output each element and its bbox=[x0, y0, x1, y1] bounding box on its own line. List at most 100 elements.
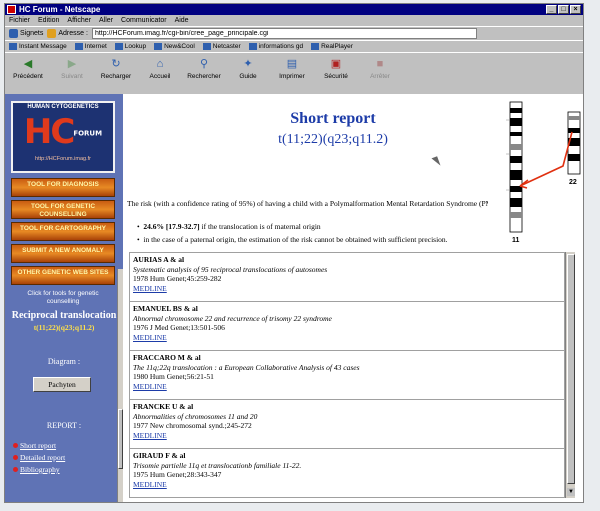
click-tools-text: Click for tools for genetic counselling bbox=[27, 290, 99, 305]
translocation-heading: Reciprocal translocation t(11;22)(q23;q1… bbox=[9, 310, 119, 334]
report-label: REPORT : bbox=[46, 421, 82, 430]
forward-arrow-icon: ▶ bbox=[67, 58, 77, 70]
link-realplayer[interactable]: RealPlayer bbox=[311, 43, 353, 50]
link-newcool[interactable]: New&Cool bbox=[154, 43, 195, 50]
link-internet[interactable]: Internet bbox=[74, 43, 107, 50]
risk-paternal: • in the case of a paternal origin, the … bbox=[137, 235, 448, 244]
navigation-toolbar: ◀ Précédent ▶ Suivant ↻ Recharger ⌂ Accueil … bbox=[5, 52, 583, 82]
link-icon bbox=[248, 43, 257, 50]
menu-edition[interactable]: Edition bbox=[38, 15, 59, 26]
detailed-report-link[interactable]: Detailed report bbox=[13, 453, 65, 462]
menu-aller[interactable]: Aller bbox=[99, 15, 113, 26]
stop-icon: ■ bbox=[376, 58, 384, 70]
risk-maternal: • 24.6% [17.9-32.7] if the translocation… bbox=[137, 222, 321, 231]
reference-authors: EMANUEL BS & al bbox=[133, 304, 198, 313]
sidebar-scrollbar[interactable] bbox=[117, 269, 123, 502]
reference-citation: 1978 Hum Genet;45:259-282 bbox=[133, 274, 222, 283]
sidebar-scroll-thumb[interactable] bbox=[118, 409, 123, 469]
search-icon: ⚲ bbox=[199, 58, 209, 70]
tool-genetic-counselling-button[interactable]: TOOL FOR GENETIC COUNSELLING bbox=[11, 200, 115, 219]
other-sites-button[interactable]: OTHER GENETIC WEB SITES bbox=[11, 266, 115, 285]
diagram-label: Diagram : bbox=[47, 357, 81, 366]
risk-value: 24.6% [17.9-32.7] bbox=[143, 222, 200, 231]
netscape-icon bbox=[7, 5, 16, 14]
window-title: HC Forum - Netscape bbox=[19, 5, 101, 14]
close-button[interactable]: × bbox=[570, 5, 581, 14]
reference-citation: 1975 Hum Genet;28:343-347 bbox=[133, 470, 222, 479]
reference-item: AURIAS A & al Systematic analysis of 95 … bbox=[130, 253, 564, 302]
translocation-subtitle: t(11;22)(q23;q11.2) bbox=[278, 132, 388, 147]
medline-link[interactable]: MEDLINE bbox=[133, 382, 561, 392]
medline-link[interactable]: MEDLINE bbox=[133, 333, 561, 343]
bookmarks-button[interactable]: Signets bbox=[9, 29, 43, 38]
stop-button[interactable]: ■ Arrêter bbox=[365, 57, 395, 80]
reload-icon: ↻ bbox=[111, 58, 121, 70]
reference-item: GIRAUD F & al Trisomie partielle 11q et … bbox=[130, 449, 564, 497]
location-bar: Signets Adresse : bbox=[5, 26, 583, 40]
home-button[interactable]: ⌂ Accueil bbox=[145, 57, 175, 80]
link-instant-message[interactable]: Instant Message bbox=[9, 43, 67, 50]
menu-communicator[interactable]: Communicator bbox=[121, 15, 167, 26]
link-netcaster[interactable]: Netcaster bbox=[202, 43, 241, 50]
references-scrollbar[interactable]: ▼ bbox=[565, 252, 575, 498]
reference-item: FRACCARO M & al The 11q;22q translocatio… bbox=[130, 351, 564, 400]
address-input[interactable] bbox=[91, 28, 477, 39]
reference-citation: 1980 Hum Genet;56:21-51 bbox=[133, 372, 214, 381]
reference-title: Abnormal chromosome 22 and recurrence of… bbox=[133, 313, 332, 323]
search-button[interactable]: ⚲ Rechercher bbox=[187, 57, 221, 80]
reference-citation: 1976 J Med Genet;13:501-506 bbox=[133, 323, 225, 332]
reference-title: Abnormalities of chromosomes 11 and 20 bbox=[133, 411, 258, 421]
submit-anomaly-button[interactable]: SUBMIT A NEW ANOMALY bbox=[11, 244, 115, 263]
tool-diagnosis-button[interactable]: TOOL FOR DIAGNOSIS bbox=[11, 178, 115, 197]
reference-title: Systematic analysis of 95 reciprocal tra… bbox=[133, 264, 328, 274]
back-button[interactable]: ◀ Précédent bbox=[13, 57, 43, 80]
reference-authors: FRANCKE U & al bbox=[133, 402, 194, 411]
bullet-icon bbox=[13, 467, 18, 472]
menu-afficher[interactable]: Afficher bbox=[67, 15, 91, 26]
browser-window: HC Forum - Netscape _ □ × Fichier Editio… bbox=[4, 3, 584, 503]
personal-toolbar: Instant Message Internet Lookup New&Cool… bbox=[5, 40, 583, 52]
reload-button[interactable]: ↻ Recharger bbox=[101, 57, 131, 80]
medline-link[interactable]: MEDLINE bbox=[133, 284, 561, 294]
bibliography-link[interactable]: Bibliography bbox=[13, 465, 60, 474]
reference-citation: 1977 New chromosomal synd.;245-272 bbox=[133, 421, 252, 430]
guide-button[interactable]: ✦ Guide bbox=[233, 57, 263, 80]
references-scroll-thumb[interactable] bbox=[567, 254, 575, 484]
tool-cartography-button[interactable]: TOOL FOR CARTOGRAPHY bbox=[11, 222, 115, 241]
chromosome-svg: 11 22 bbox=[506, 101, 581, 244]
translocation-code: t(11;22)(q23;q11.2) bbox=[33, 323, 95, 332]
bullet-icon bbox=[13, 443, 18, 448]
print-button[interactable]: ▤ Imprimer bbox=[277, 57, 307, 80]
bullet-icon bbox=[13, 455, 18, 460]
link-informations[interactable]: informations gd bbox=[248, 43, 303, 50]
medline-link[interactable]: MEDLINE bbox=[133, 431, 561, 441]
forward-button[interactable]: ▶ Suivant bbox=[57, 57, 87, 80]
scroll-down-icon[interactable]: ▼ bbox=[567, 488, 575, 496]
mouse-cursor-icon bbox=[431, 156, 441, 168]
link-icon bbox=[311, 43, 320, 50]
logo-word: FORUM bbox=[73, 129, 103, 138]
home-icon: ⌂ bbox=[156, 58, 164, 70]
menu-aide[interactable]: Aide bbox=[175, 15, 189, 26]
pachytene-button[interactable]: Pachyten bbox=[33, 377, 91, 392]
guide-icon: ✦ bbox=[243, 58, 253, 70]
maximize-button[interactable]: □ bbox=[558, 5, 569, 14]
reference-item: FRANCKE U & al Abnormalities of chromoso… bbox=[130, 400, 564, 449]
medline-link[interactable]: MEDLINE bbox=[133, 480, 561, 490]
reference-authors: GIRAUD F & al bbox=[133, 451, 186, 460]
menu-fichier[interactable]: Fichier bbox=[9, 15, 30, 26]
print-icon: ▤ bbox=[286, 58, 298, 70]
short-report-link[interactable]: Short report bbox=[13, 441, 56, 450]
security-icon: ▣ bbox=[330, 58, 342, 70]
minimize-button[interactable]: _ bbox=[546, 5, 557, 14]
title-bar: HC Forum - Netscape _ □ × bbox=[5, 4, 583, 15]
reference-title: The 11q;22q translocation : a European C… bbox=[133, 362, 360, 372]
page-content: HUMAN CYTOGENETICS HCFORUM http://HCForu… bbox=[5, 94, 583, 502]
security-button[interactable]: ▣ Sécurité bbox=[321, 57, 351, 80]
hc-forum-logo[interactable]: HUMAN CYTOGENETICS HCFORUM http://HCForu… bbox=[11, 101, 115, 173]
link-lookup[interactable]: Lookup bbox=[114, 43, 146, 50]
chromosome-11-icon bbox=[506, 101, 523, 233]
logo-url: http://HCForum.imag.fr bbox=[35, 155, 91, 162]
link-icon bbox=[74, 43, 83, 50]
address-label: Adresse : bbox=[47, 29, 88, 38]
